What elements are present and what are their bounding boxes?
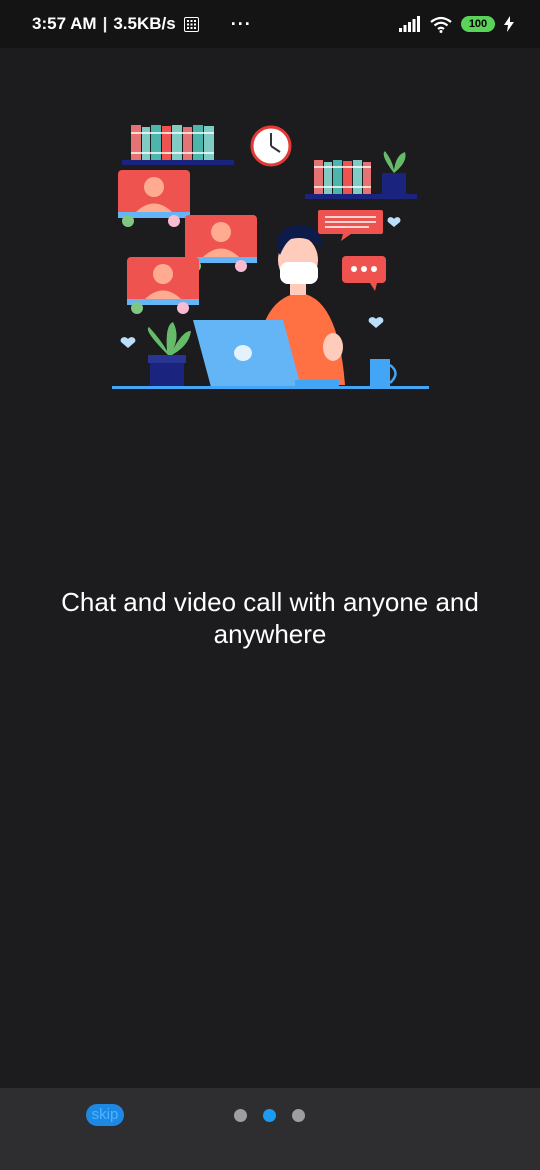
bookshelf-left <box>122 125 234 165</box>
desk <box>112 386 429 389</box>
wifi-icon <box>430 16 452 33</box>
status-bar: 3:57 AM | 3.5KB/s ··· 100 <box>0 0 540 48</box>
page-indicator <box>234 1109 305 1122</box>
heart-icon <box>368 317 384 328</box>
bookshelf-right <box>305 151 417 199</box>
desk-plant <box>147 322 191 387</box>
typing-bubble-icon <box>342 256 386 291</box>
status-left: 3:57 AM | 3.5KB/s ··· <box>32 14 252 35</box>
onboarding-headline: Chat and video call with anyone and anyw… <box>61 587 479 649</box>
status-right: 100 <box>399 0 514 48</box>
network-speed: 3.5KB/s <box>113 14 176 33</box>
heart-icon <box>120 337 136 348</box>
skip-button[interactable]: skip <box>86 1104 124 1126</box>
video-call-card-3 <box>127 257 199 314</box>
status-time: 3:57 AM <box>32 14 97 33</box>
page-dot-active[interactable] <box>263 1109 276 1122</box>
heart-icon <box>387 217 401 227</box>
clock-icon <box>250 125 292 167</box>
onboarding-illustration <box>112 125 429 389</box>
page-dot[interactable] <box>292 1109 305 1122</box>
page-dot[interactable] <box>234 1109 247 1122</box>
video-call-card-1 <box>118 170 190 227</box>
signal-icon <box>399 16 420 32</box>
more-notifications-icon: ··· <box>230 13 252 34</box>
onboarding-footer: skip <box>0 1088 540 1170</box>
battery-indicator: 100 <box>461 16 495 32</box>
mug-icon <box>370 359 397 387</box>
calculator-icon <box>183 16 199 32</box>
charging-bolt-icon <box>504 16 514 32</box>
status-separator: | <box>102 14 108 33</box>
message-bubble-icon <box>318 210 383 241</box>
